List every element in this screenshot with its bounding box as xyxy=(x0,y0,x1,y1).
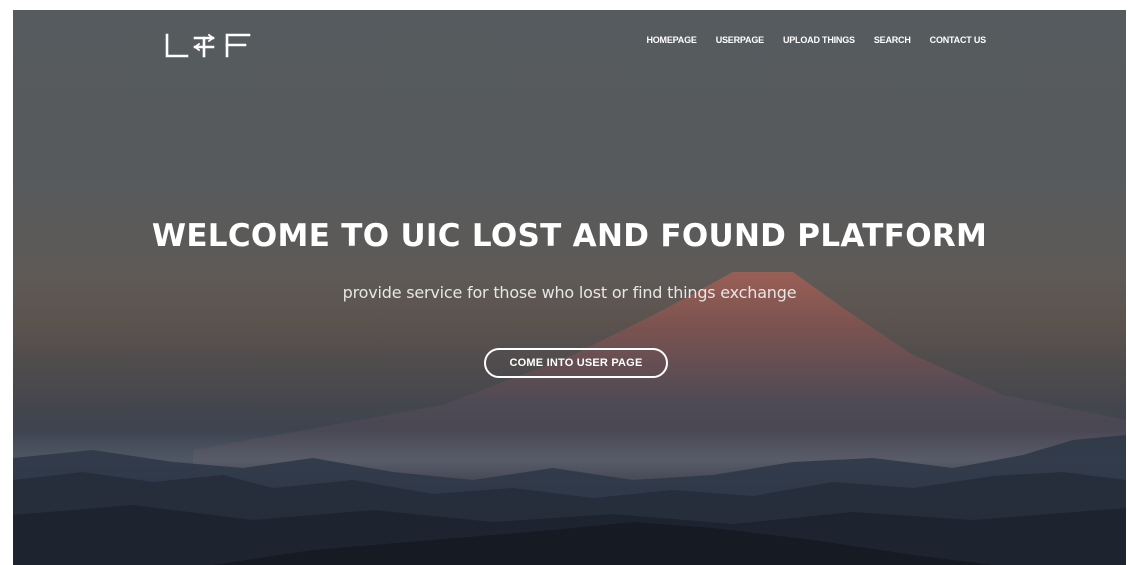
page-frame: HOMEPAGE USERPAGE UPLOAD THINGS SEARCH C… xyxy=(13,10,1126,565)
nav-upload-things[interactable]: UPLOAD THINGS xyxy=(783,35,855,45)
main-navigation: HOMEPAGE USERPAGE UPLOAD THINGS SEARCH C… xyxy=(646,35,986,45)
nav-contact-us[interactable]: CONTACT US xyxy=(930,35,987,45)
lf-logo-icon xyxy=(165,33,251,58)
hero-subtitle: provide service for those who lost or fi… xyxy=(342,283,797,302)
hero-title: WELCOME TO UIC LOST AND FOUND PLATFORM xyxy=(151,218,988,254)
come-into-user-page-button[interactable]: COME INTO USER PAGE xyxy=(484,348,668,378)
nav-search[interactable]: SEARCH xyxy=(874,35,911,45)
site-logo[interactable] xyxy=(165,32,251,60)
nav-userpage[interactable]: USERPAGE xyxy=(716,35,764,45)
nav-homepage[interactable]: HOMEPAGE xyxy=(646,35,696,45)
